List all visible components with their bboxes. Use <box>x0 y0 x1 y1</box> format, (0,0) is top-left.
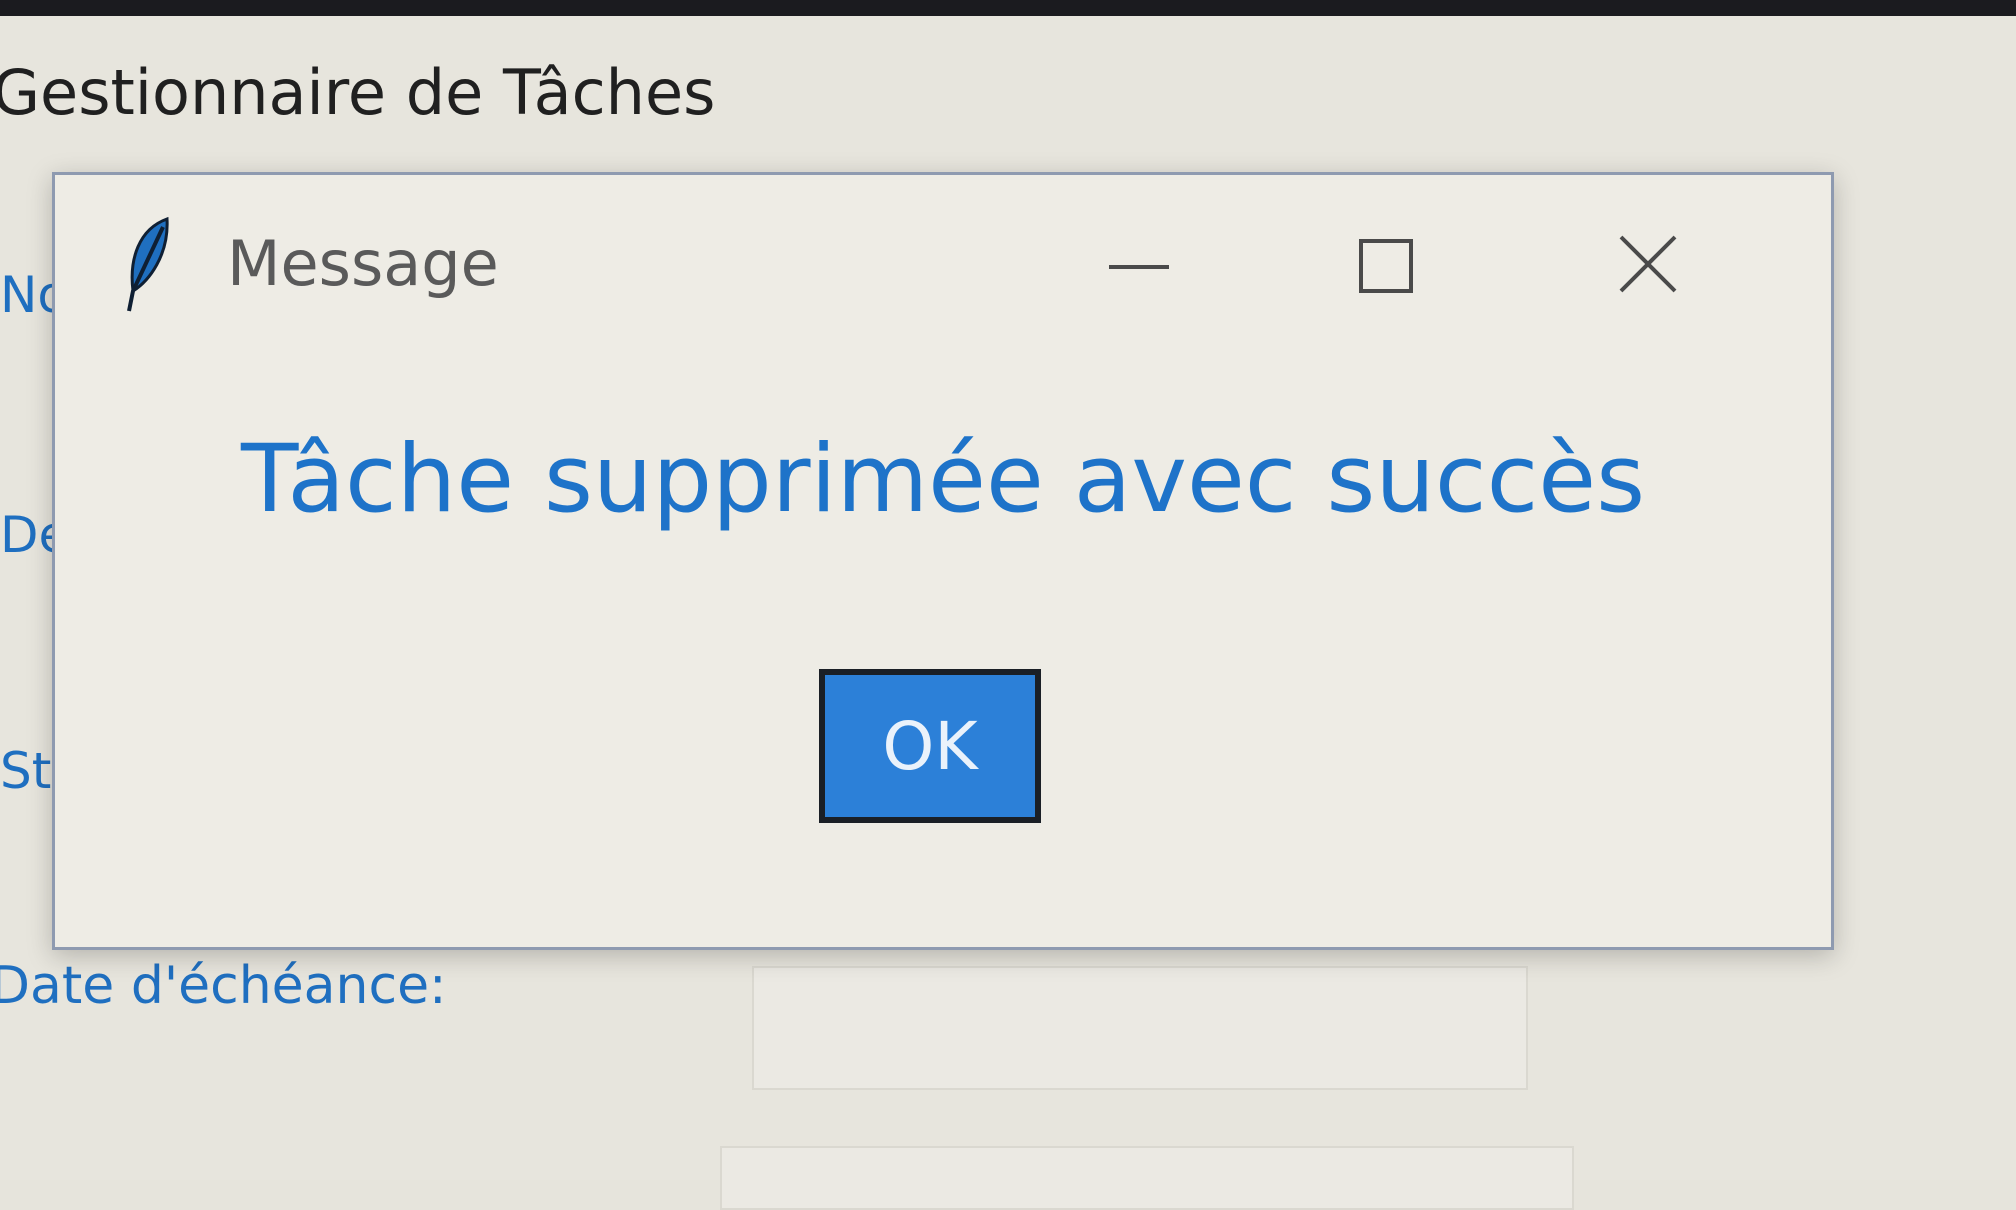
field-label-status: Statut <box>0 742 60 800</box>
field-label-description: Description <box>0 506 60 564</box>
field-label-name: Nom <box>0 266 60 324</box>
ok-button-label: OK <box>882 707 978 785</box>
minimize-icon <box>1109 265 1169 269</box>
minimize-button[interactable] <box>1079 215 1199 315</box>
main-window-title: Gestionnaire de Tâches <box>0 56 716 129</box>
bottom-input[interactable] <box>720 1146 1574 1210</box>
maximize-icon <box>1359 239 1413 293</box>
close-button[interactable] <box>1587 215 1707 315</box>
dialog-title: Message <box>227 227 499 300</box>
due-date-input[interactable] <box>752 966 1528 1090</box>
close-icon <box>1619 235 1677 293</box>
maximize-button[interactable] <box>1323 215 1443 315</box>
dialog-titlebar[interactable]: Message <box>55 175 1831 355</box>
screen-top-edge <box>0 0 2016 16</box>
feather-icon <box>119 215 179 315</box>
dialog-message: Tâche supprimée avec succès <box>240 425 1646 534</box>
ok-button[interactable]: OK <box>819 669 1041 823</box>
field-label-due-date: Date d'échéance: <box>0 956 447 1016</box>
message-dialog: Message Tâche supprimée avec succès OK <box>52 172 1834 950</box>
